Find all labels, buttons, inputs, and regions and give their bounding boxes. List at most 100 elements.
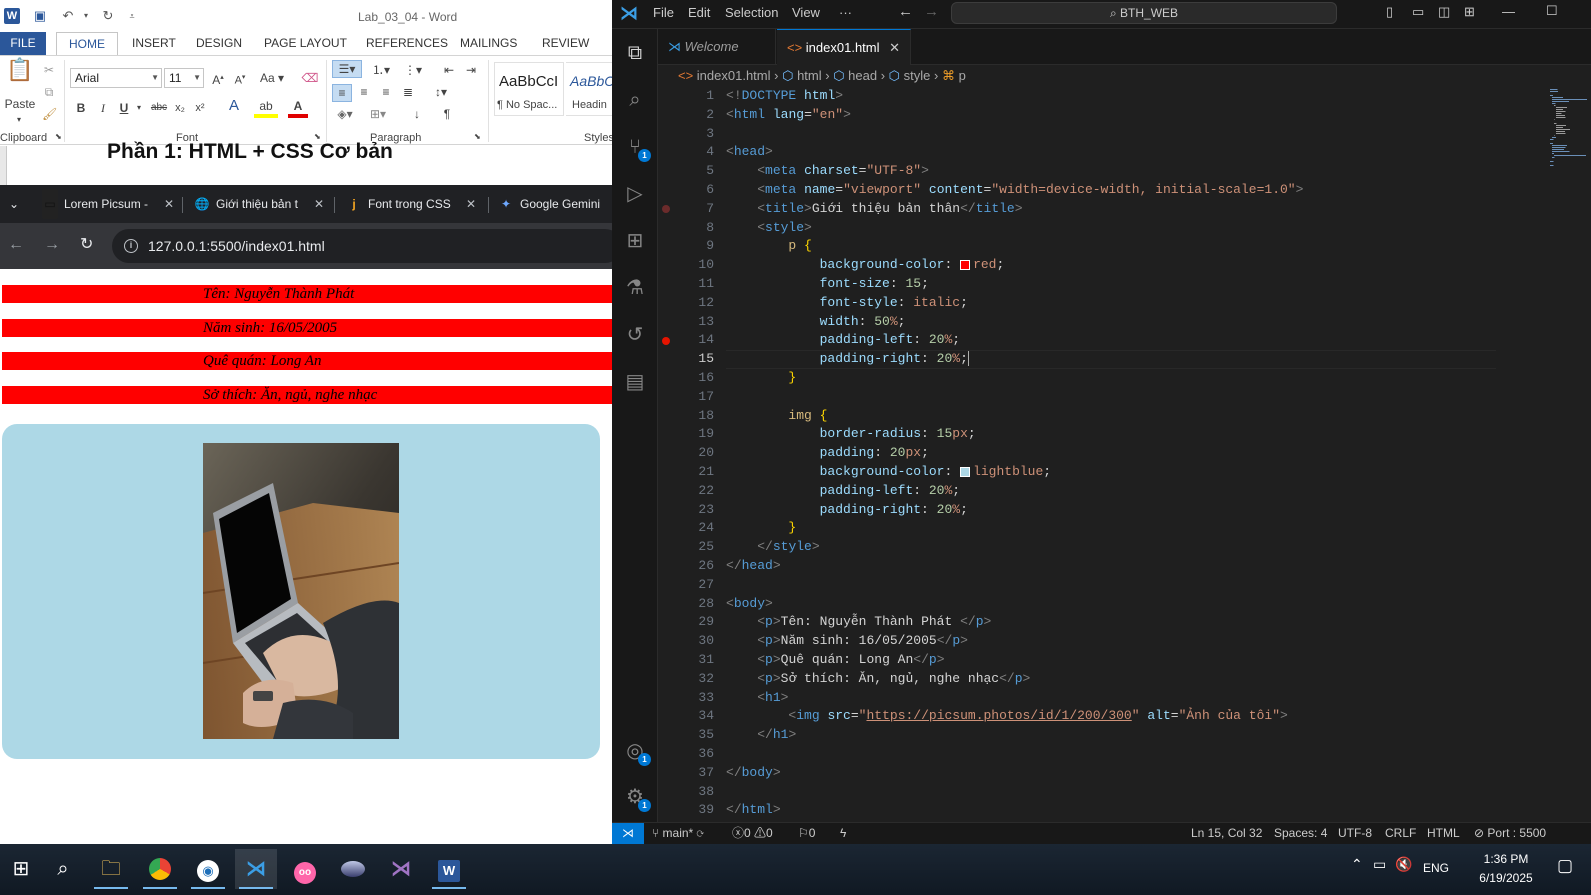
volume-muted-icon[interactable]: 🔇 — [1395, 856, 1412, 873]
code-line[interactable]: <head> — [726, 143, 773, 162]
line-number[interactable]: 32 — [658, 670, 714, 689]
font-size-combo[interactable]: 11 ▼ — [164, 68, 204, 88]
testing-icon[interactable]: ⚗ — [623, 276, 647, 300]
color-swatch[interactable] — [960, 259, 971, 270]
shading-icon[interactable]: ◈▾ — [332, 106, 358, 122]
code-line[interactable]: img { — [726, 407, 827, 426]
bold-icon[interactable]: B — [74, 100, 88, 116]
line-number[interactable]: 18 — [658, 407, 714, 426]
code-line[interactable]: <meta charset="UTF-8"> — [726, 162, 929, 181]
clock-time[interactable]: 1:36 PM — [1471, 852, 1541, 866]
line-number[interactable]: 34 — [658, 707, 714, 726]
line-number[interactable]: 20 — [658, 444, 714, 463]
line-number[interactable]: 23 — [658, 501, 714, 520]
toggle-panel-icon[interactable]: ▭ — [1412, 4, 1424, 20]
style-no-spacing[interactable]: AaBbCcI ¶ No Spac... — [494, 62, 564, 116]
app2-button[interactable] — [332, 849, 374, 889]
customize-layout-icon[interactable]: ⊞ — [1464, 4, 1475, 20]
line-number[interactable]: 35 — [658, 726, 714, 745]
forward-icon[interactable]: → — [44, 237, 60, 253]
font-size-dropdown-icon[interactable]: ▼ — [193, 69, 201, 87]
line-number[interactable]: 10 — [658, 256, 714, 275]
line-number[interactable]: 3 — [658, 125, 714, 144]
close-tab-icon[interactable]: ✕ — [164, 189, 174, 219]
code-line[interactable]: <p>Sở thích: Ăn, ngủ, nghe nhạc</p> — [726, 670, 1030, 689]
line-spacing-icon[interactable]: ↕▾ — [428, 84, 454, 100]
chrome-tab[interactable]: ▭ Lorem Picsum - ✕ — [42, 189, 174, 219]
paragraph-launcher-icon[interactable]: ⬊ — [474, 132, 481, 141]
code-line[interactable]: <img src="https://picsum.photos/id/1/200… — [726, 707, 1287, 726]
code-line[interactable]: } — [726, 519, 796, 538]
undo-icon[interactable]: ↶ — [60, 8, 76, 24]
code-line[interactable]: padding-left: 20%; — [726, 482, 960, 501]
line-number[interactable]: 19 — [658, 425, 714, 444]
command-center[interactable]: ⌕ BTH_WEB — [951, 2, 1337, 24]
run-debug-icon[interactable]: ▷ — [623, 182, 647, 206]
save-icon[interactable]: ▣ — [32, 8, 48, 24]
multilevel-list-icon[interactable]: ⋮▾ — [398, 62, 428, 78]
cursor-position[interactable]: Ln 15, Col 32 — [1191, 823, 1262, 844]
input-language[interactable]: ENG — [1423, 861, 1449, 875]
breadcrumb-html[interactable]: html — [797, 68, 822, 83]
chrome-tab[interactable]: ✦ Google Gemini — [498, 189, 612, 219]
underline-icon[interactable]: U — [116, 100, 132, 116]
chrome-tab[interactable]: j Font trong CSS ✕ — [346, 189, 476, 219]
line-number[interactable]: 9 — [658, 237, 714, 256]
code-line[interactable]: font-style: italic; — [726, 294, 968, 313]
line-number[interactable]: 21 — [658, 463, 714, 482]
line-number[interactable]: 25 — [658, 538, 714, 557]
ports-status[interactable]: ⚐0 — [798, 823, 815, 844]
clipboard-launcher-icon[interactable]: ⬊ — [55, 132, 62, 141]
tab-review[interactable]: REVIEW — [542, 36, 589, 50]
code-line[interactable]: </body> — [726, 764, 781, 783]
visual-studio-button[interactable]: ⋊ — [380, 849, 422, 889]
borders-icon[interactable]: ⊞▾ — [364, 106, 392, 122]
underline-dropdown-icon[interactable]: ▾ — [134, 100, 144, 116]
paste-icon[interactable]: 📋 — [6, 59, 34, 92]
tab-file[interactable]: FILE — [0, 32, 46, 55]
notifications-icon[interactable]: ▢ — [1557, 856, 1573, 876]
code-line[interactable]: background-color: red; — [726, 256, 1005, 275]
network-icon[interactable]: ▭ — [1373, 856, 1386, 873]
code-line[interactable]: p { — [726, 237, 811, 256]
code-line[interactable]: border-radius: 15px; — [726, 425, 976, 444]
line-number[interactable]: 39 — [658, 801, 714, 820]
problems-status[interactable]: ⓧ0 ⚠0 — [732, 823, 773, 844]
format-painter-icon[interactable]: 🖌 — [42, 106, 57, 122]
paste-button[interactable]: Paste — [4, 96, 36, 112]
superscript-icon[interactable]: x² — [192, 100, 208, 116]
style-heading[interactable]: AaBbC Headin — [566, 62, 612, 116]
clear-formatting-icon[interactable]: ⌫ — [300, 70, 320, 86]
code-line[interactable]: font-size: 15; — [726, 275, 929, 294]
extensions-icon[interactable]: ⊞ — [623, 229, 647, 253]
live-server-port[interactable]: ⊘ Port : 5500 — [1474, 823, 1546, 844]
breadcrumb-head[interactable]: head — [848, 68, 877, 83]
align-right-icon[interactable]: ≡ — [376, 84, 396, 100]
explorer-icon[interactable]: ⧉ — [623, 41, 647, 65]
code-line[interactable]: <p>Tên: Nguyễn Thành Phát </p> — [726, 613, 991, 632]
align-center-icon[interactable]: ≡ — [354, 84, 374, 100]
menu-edit[interactable]: Edit — [688, 5, 710, 20]
address-bar[interactable]: i 127.0.0.1:5500/index01.html — [112, 229, 612, 263]
line-number[interactable]: 4 — [658, 143, 714, 162]
show-marks-icon[interactable]: ¶ — [438, 106, 456, 122]
tab-index01[interactable]: <> index01.html ✕ — [777, 29, 911, 65]
code-line[interactable]: background-color: lightblue; — [726, 463, 1051, 482]
line-number[interactable]: 6 — [658, 181, 714, 200]
code-line[interactable]: <p>Quê quán: Long An</p> — [726, 651, 944, 670]
encoding[interactable]: UTF-8 — [1338, 823, 1372, 844]
numbering-icon[interactable]: ⒈▾ — [366, 62, 396, 78]
source-control-icon[interactable]: ⑂ 1 — [623, 135, 651, 162]
tab-page-layout[interactable]: PAGE LAYOUT — [264, 36, 347, 50]
paste-dropdown-icon[interactable]: ▾ — [14, 112, 24, 128]
code-line[interactable]: </style> — [726, 538, 819, 557]
grow-font-icon[interactable]: A▴ — [210, 70, 226, 88]
line-number[interactable]: 2 — [658, 106, 714, 125]
code-line[interactable]: <!DOCTYPE html> — [726, 87, 843, 106]
site-info-icon[interactable]: i — [124, 239, 138, 253]
close-tab-icon[interactable]: ✕ — [466, 189, 476, 219]
color-swatch[interactable] — [960, 466, 971, 477]
shrink-font-icon[interactable]: A▾ — [232, 70, 248, 89]
code-line[interactable]: <body> — [726, 595, 773, 614]
code-line[interactable]: </html> — [726, 801, 781, 820]
